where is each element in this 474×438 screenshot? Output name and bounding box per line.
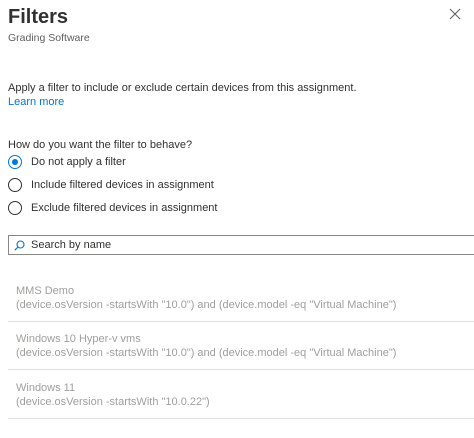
filter-rule: (device.osVersion -startsWith "10.0.22") <box>16 396 210 408</box>
close-button[interactable] <box>449 7 461 20</box>
filter-list-item[interactable]: MMS Demo (device.osVersion -startsWith "… <box>8 284 474 312</box>
filter-list-item[interactable]: Windows 10 Hyper-v vms (device.osVersion… <box>8 332 474 360</box>
search-input[interactable] <box>31 239 451 251</box>
radio-do-not-apply[interactable]: Do not apply a filter <box>8 154 126 170</box>
filter-name: MMS Demo <box>16 285 75 297</box>
panel-description: Apply a filter to include or exclude cer… <box>8 82 357 94</box>
radio-label: Exclude filtered devices in assignment <box>31 202 218 214</box>
list-divider <box>8 321 474 322</box>
panel-title: Filters <box>8 6 69 28</box>
filter-rule: (device.osVersion -startsWith "10.0") an… <box>16 347 397 359</box>
radio-button[interactable] <box>8 178 22 192</box>
search-box[interactable] <box>8 235 474 255</box>
radio-label: Include filtered devices in assignment <box>31 179 214 191</box>
list-divider <box>8 369 474 370</box>
filters-panel: Filters Grading Software Apply a filter … <box>0 0 474 438</box>
radio-button[interactable] <box>8 201 22 215</box>
search-icon <box>14 239 25 251</box>
filter-list-item[interactable]: Windows 11 (device.osVersion -startsWith… <box>8 381 474 409</box>
radio-include-filtered[interactable]: Include filtered devices in assignment <box>8 177 214 193</box>
filter-name: Windows 11 <box>16 382 76 394</box>
filter-name: Windows 10 Hyper-v vms <box>16 333 141 345</box>
panel-subtitle: Grading Software <box>8 32 90 44</box>
filter-rule: (device.osVersion -startsWith "10.0") an… <box>16 299 397 311</box>
radio-label: Do not apply a filter <box>31 156 126 168</box>
radio-button-checked[interactable] <box>8 155 22 169</box>
list-divider <box>8 418 474 419</box>
learn-more-link[interactable]: Learn more <box>8 95 64 109</box>
close-icon <box>449 8 461 20</box>
radio-exclude-filtered[interactable]: Exclude filtered devices in assignment <box>8 200 217 216</box>
filter-behavior-question: How do you want the filter to behave? <box>8 139 193 151</box>
